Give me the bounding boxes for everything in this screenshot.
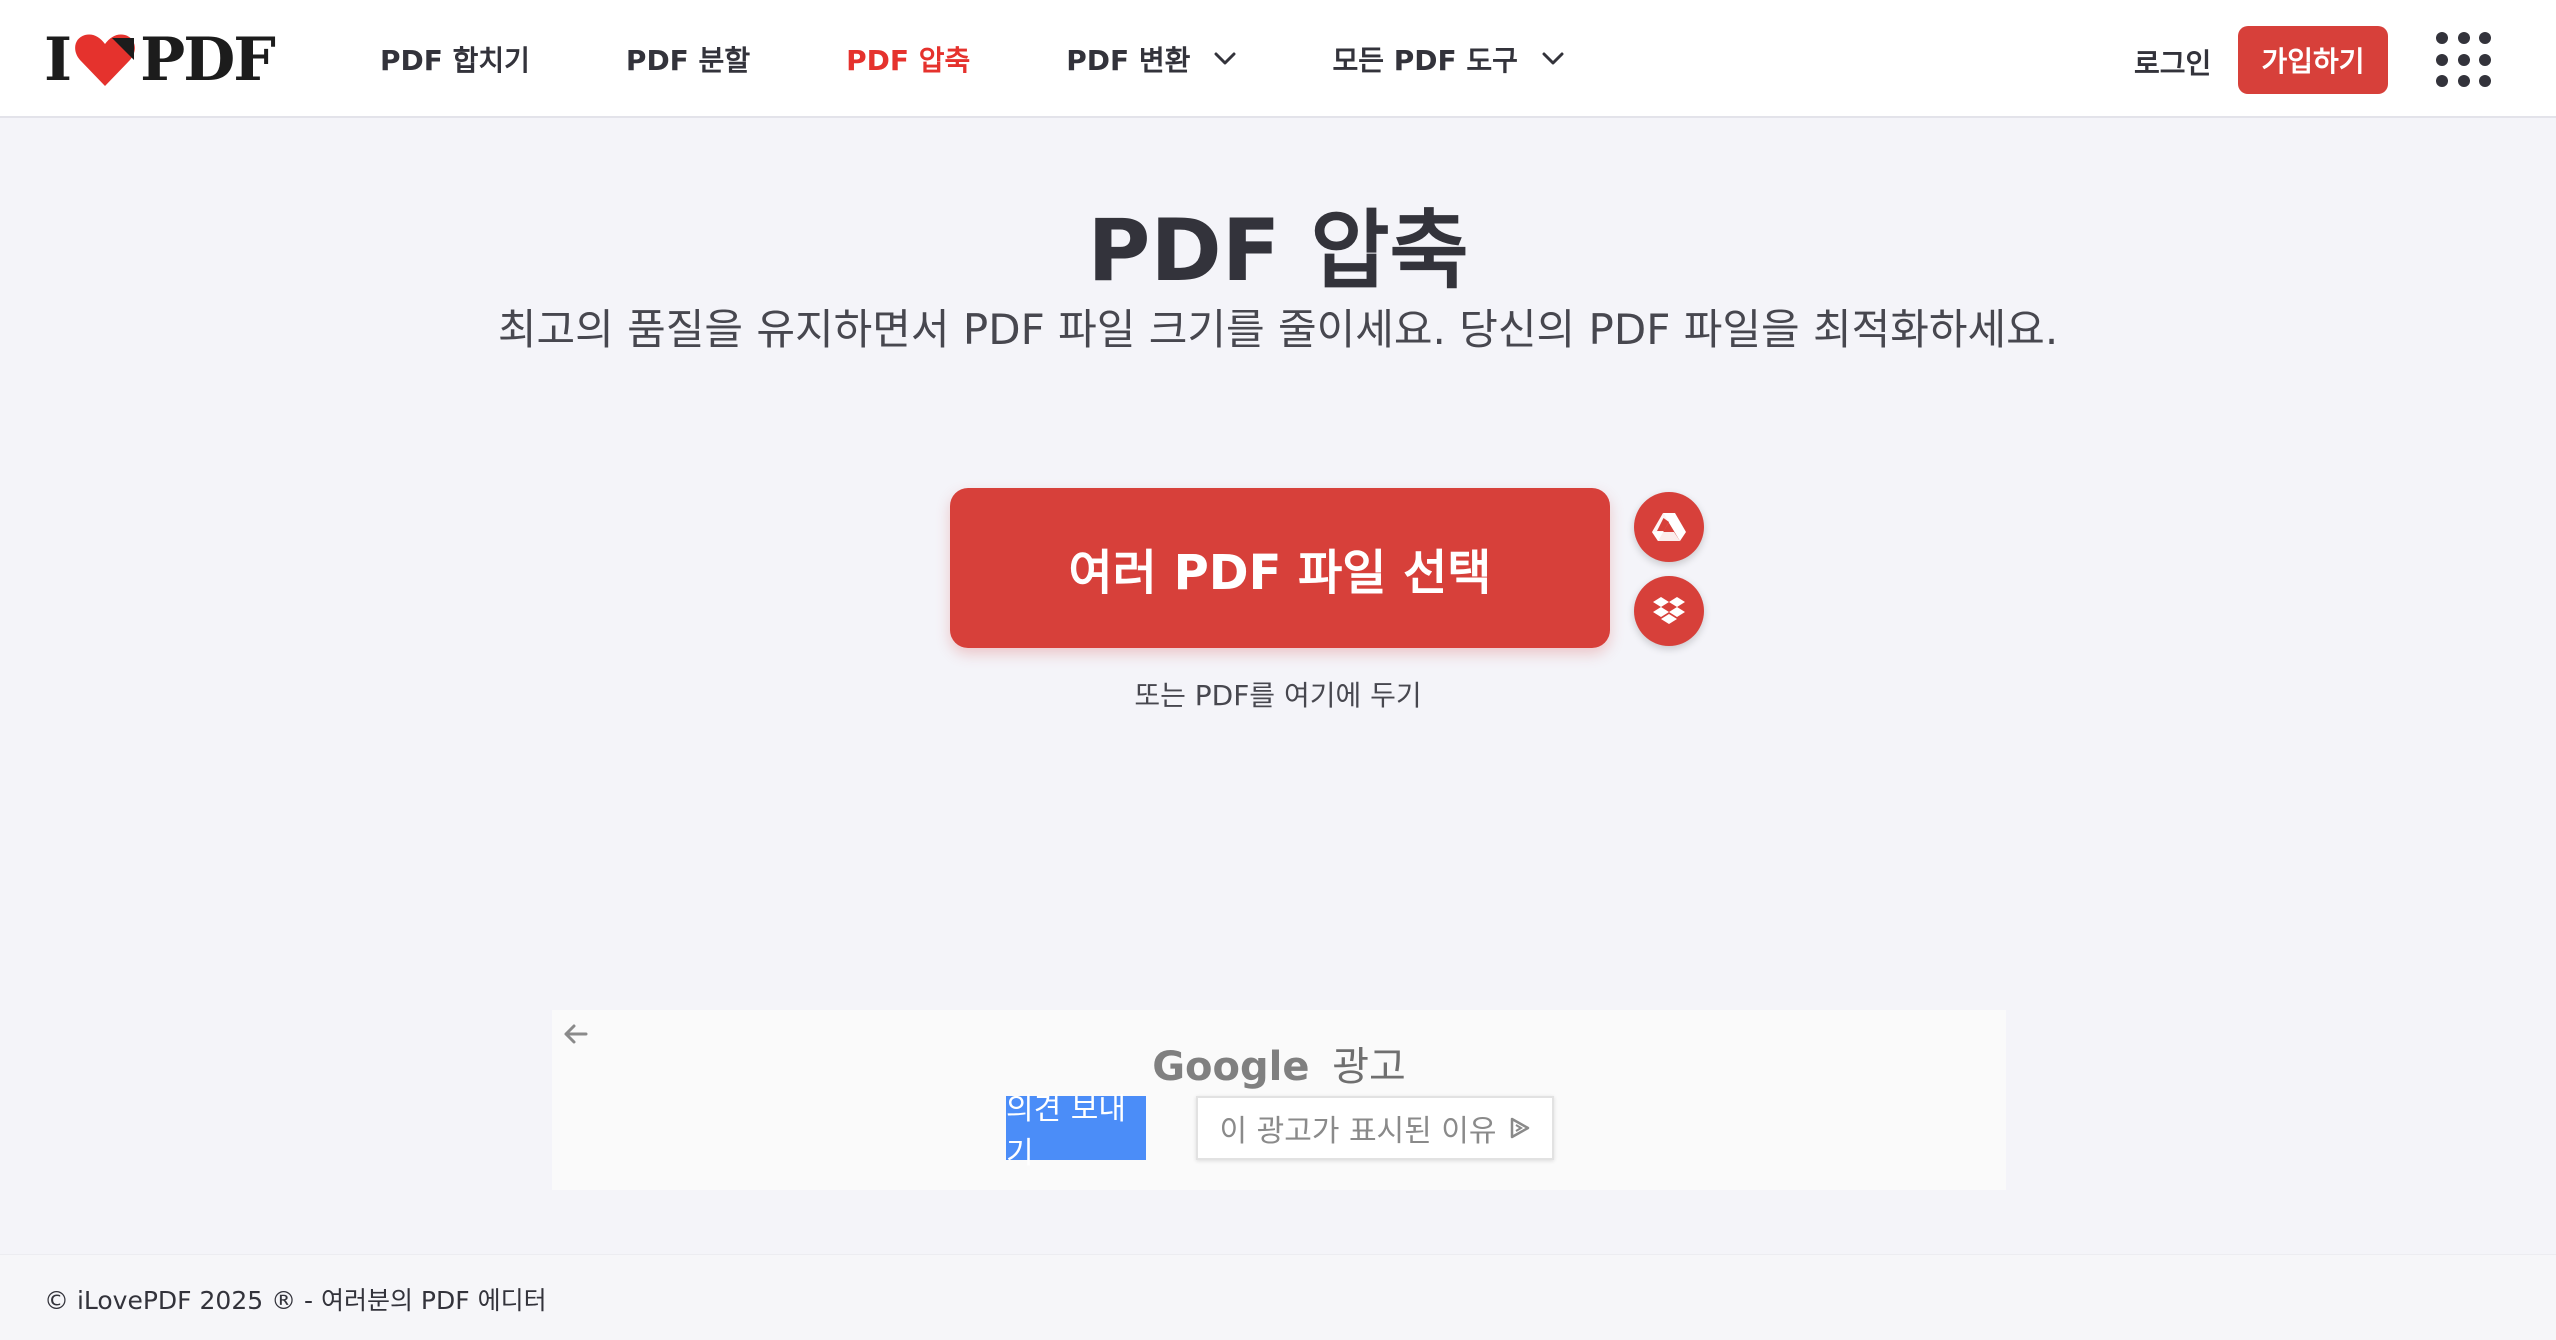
google-wordmark: Google [1152, 1044, 1310, 1090]
page-subtitle: 최고의 품질을 유지하면서 PDF 파일 크기를 줄이세요. 당신의 PDF 파… [497, 305, 2059, 354]
footer: © iLovePDF 2025 ® - 여러분의 PDF 에디터 [0, 1254, 2556, 1340]
ad-brand-label: Google 광고 [552, 1034, 2006, 1092]
nav-label: PDF 압축 [846, 44, 971, 77]
ad-feedback-button[interactable]: 의견 보내기 [1006, 1092, 1146, 1171]
heart-logo-icon [75, 34, 135, 86]
ad-why-label: 이 광고가 표시된 이유 [1219, 1114, 1497, 1149]
nav-label: 모든 PDF 도구 [1332, 44, 1518, 77]
nav-label: PDF 변환 [1066, 44, 1191, 77]
nav-label: PDF 합치기 [380, 44, 530, 77]
drop-hint-text: 또는 PDF를 여기에 두기 [1134, 679, 1422, 712]
nav-compress-pdf[interactable]: PDF 압축 [846, 39, 970, 79]
top-header: I PDF PDF 합치기 PDF 분할 PDF 압축 PDF 변환 모든 PD… [0, 0, 2556, 118]
chevron-down-icon [1214, 52, 1236, 65]
page-title: PDF 압축 [1087, 201, 1469, 301]
nav-merge-pdf[interactable]: PDF 합치기 [380, 39, 530, 79]
dropbox-button[interactable] [1634, 576, 1704, 646]
dropbox-icon [1653, 597, 1685, 624]
ilovepdf-logo[interactable]: I PDF [44, 25, 276, 95]
select-pdf-files-button[interactable]: 여러 PDF 파일 선택 [950, 488, 1610, 648]
logo-letter-i: I [44, 25, 72, 95]
apps-grid-icon[interactable] [2436, 32, 2492, 88]
ad-why-this-ad-button[interactable]: 이 광고가 표시된 이유 [1196, 1096, 1554, 1160]
nav-all-pdf-tools[interactable]: 모든 PDF 도구 [1332, 39, 1564, 79]
page: I PDF PDF 합치기 PDF 분할 PDF 압축 PDF 변환 모든 PD… [0, 0, 2556, 1340]
nav-convert-pdf[interactable]: PDF 변환 [1066, 39, 1236, 79]
footer-copyright: © iLovePDF 2025 ® - 여러분의 PDF 에디터 [44, 1286, 547, 1315]
google-drive-icon [1652, 513, 1686, 541]
nav-split-pdf[interactable]: PDF 분할 [626, 39, 750, 79]
nav-label: PDF 분할 [625, 44, 751, 77]
google-ad-panel: Google 광고 의견 보내기 이 광고가 표시된 이유 [552, 1010, 2006, 1190]
signup-button[interactable]: 가입하기 [2238, 26, 2388, 94]
ad-label: 광고 [1332, 1044, 1406, 1090]
logo-letters-pdf: PDF [140, 25, 276, 95]
adchoices-icon [1510, 1117, 1529, 1139]
main-nav: PDF 합치기 PDF 분할 PDF 압축 PDF 변환 모든 PDF 도구 [380, 0, 1660, 118]
google-drive-button[interactable] [1634, 492, 1704, 562]
chevron-down-icon [1542, 52, 1564, 65]
login-link[interactable]: 로그인 [2134, 42, 2211, 82]
